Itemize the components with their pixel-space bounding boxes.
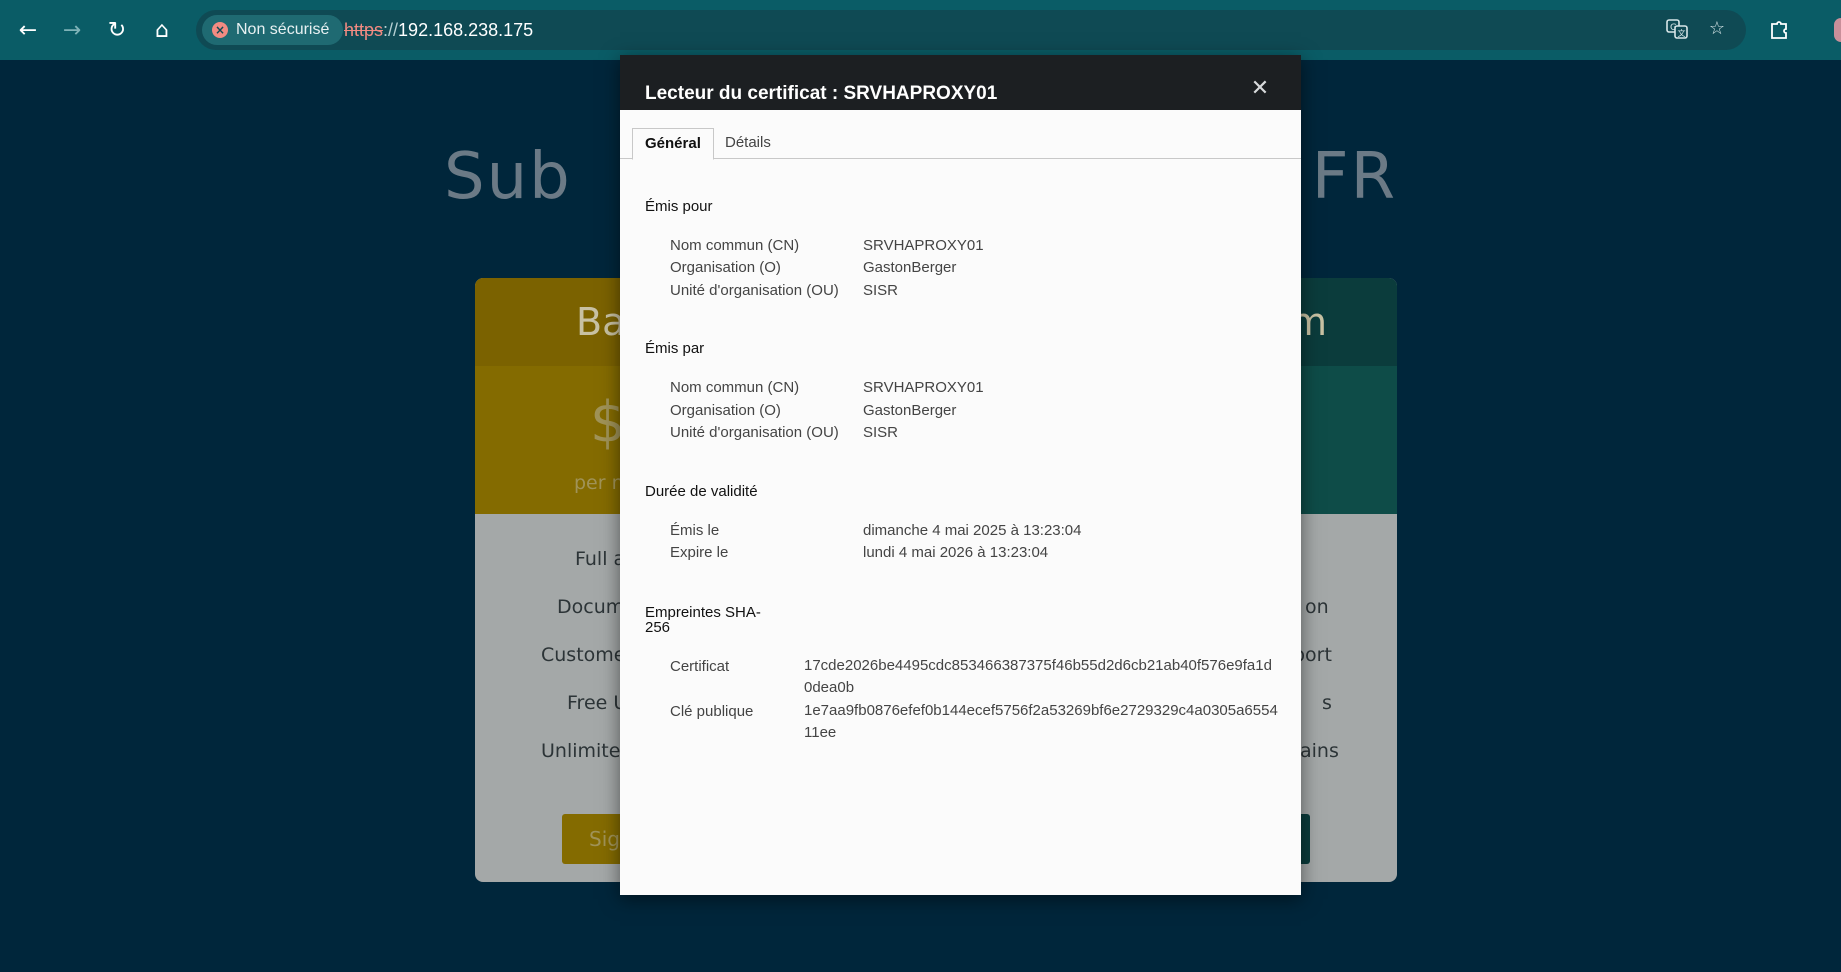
field-value: SISR <box>863 424 899 441</box>
browser-toolbar: ← → ↻ ⌂ × Non sécurisé https://192.168.2… <box>0 0 1841 60</box>
price-period: per n <box>574 472 624 494</box>
feature-item: Custome <box>541 644 626 666</box>
close-icon[interactable]: ✕ <box>1248 77 1272 101</box>
field-label: Unité d'organisation (OU) <box>670 282 839 299</box>
security-label: Non sécurisé <box>236 21 330 38</box>
field-label: Clé publique <box>670 703 754 720</box>
feature-item: ains <box>1300 740 1339 762</box>
feature-item: Docum <box>557 596 625 618</box>
field-value: SRVHAPROXY01 <box>863 237 984 254</box>
field-label: Expire le <box>670 544 729 561</box>
url-scheme: https <box>344 20 384 40</box>
field-value: SISR <box>863 282 899 299</box>
url-text[interactable]: https://192.168.238.175 <box>344 20 533 41</box>
arrow-left-icon[interactable]: ← <box>12 14 44 46</box>
arrow-right-icon[interactable]: → <box>56 14 88 46</box>
field-label: Unité d'organisation (OU) <box>670 424 839 441</box>
public-key-fingerprint: 1e7aa9fb0876efef0b144ecef5756f2a53269bf6… <box>804 702 1278 741</box>
field-value: GastonBerger <box>863 402 957 419</box>
section-issued-to-title: Émis pour <box>645 198 713 215</box>
star-icon[interactable]: ☆ <box>1705 18 1729 42</box>
field-value: lundi 4 mai 2026 à 13:23:04 <box>863 544 1049 561</box>
tab-bar: Général Détails <box>620 128 1301 160</box>
security-status-chip[interactable]: × Non sécurisé <box>202 15 344 45</box>
hero-fragment-right: FR <box>1311 140 1398 214</box>
feature-item: s <box>1322 692 1332 714</box>
home-icon[interactable]: ⌂ <box>146 14 178 46</box>
fingerprints-heading-line1: Empreintes SHA- <box>645 604 761 621</box>
url-separator: :// <box>383 20 399 40</box>
certificate-fingerprint: 17cde2026be4495cdc853466387375f46b55d2d6… <box>804 657 1272 696</box>
reload-icon[interactable]: ↻ <box>101 14 133 46</box>
field-value: dimanche 4 mai 2025 à 13:23:04 <box>863 522 1082 539</box>
section-issued-by-title: Émis par <box>645 340 705 357</box>
section-fingerprints-title: Empreintes SHA- 256 <box>645 605 761 635</box>
insecure-icon: × <box>212 22 228 38</box>
puzzle-icon[interactable] <box>1768 18 1792 42</box>
tab-details[interactable]: Détails <box>713 128 783 160</box>
section-validity-title: Durée de validité <box>645 483 758 500</box>
tab-general[interactable]: Général <box>632 128 714 160</box>
feature-item: Free U <box>567 692 628 714</box>
field-label: Organisation (O) <box>670 259 781 276</box>
feature-item: Full a <box>575 548 626 570</box>
hero-fragment-left: Sub <box>443 140 572 214</box>
translate-icon[interactable]: G文 <box>1665 18 1689 42</box>
feature-item: Unlimite <box>541 740 621 762</box>
fingerprints-heading-line2: 256 <box>645 619 671 636</box>
svg-text:文: 文 <box>1678 28 1686 38</box>
field-value: SRVHAPROXY01 <box>863 379 984 396</box>
field-label: Nom commun (CN) <box>670 237 800 254</box>
url-host: 192.168.238.175 <box>398 20 534 40</box>
bottom-edge <box>0 964 1841 972</box>
dialog-header: Lecteur du certificat : SRVHAPROXY01 ✕ <box>620 55 1301 110</box>
field-value: GastonBerger <box>863 259 957 276</box>
field-label: Organisation (O) <box>670 402 781 419</box>
profile-avatar[interactable] <box>1834 18 1841 42</box>
dialog-title: Lecteur du certificat : SRVHAPROXY01 <box>645 83 998 104</box>
field-label: Nom commun (CN) <box>670 379 800 396</box>
feature-item: on <box>1305 596 1329 618</box>
address-bar[interactable]: × Non sécurisé https://192.168.238.175 G… <box>196 10 1746 50</box>
field-label: Émis le <box>670 522 720 539</box>
field-label: Certificat <box>670 658 730 675</box>
certificate-viewer-dialog: Lecteur du certificat : SRVHAPROXY01 ✕ G… <box>620 55 1301 895</box>
